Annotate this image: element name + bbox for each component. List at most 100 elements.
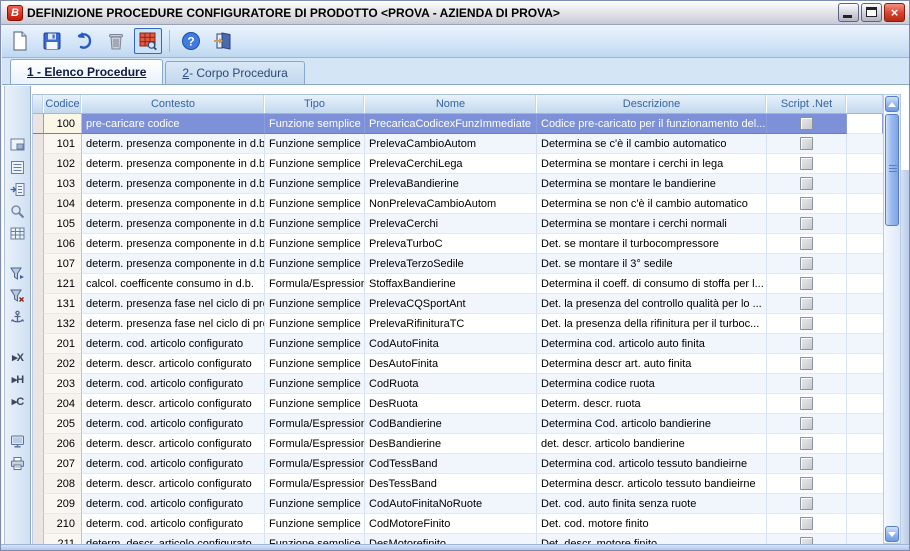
script-net-checkbox[interactable] <box>800 477 813 490</box>
table-row[interactable]: 207 determ. cod. articolo configurato Form… <box>33 454 883 474</box>
table-row[interactable]: 103 determ. presenza componente in d.b. Fu… <box>33 174 883 194</box>
cell-tipo[interactable]: Funzione semplice <box>265 354 365 374</box>
script-net-checkbox[interactable] <box>800 117 813 130</box>
header-nome[interactable]: Nome <box>365 95 537 113</box>
cell-codice[interactable]: 101 <box>44 134 82 154</box>
cell-codice[interactable]: 211 <box>44 534 82 544</box>
table-row[interactable]: 208 determ. descr. articolo configurato Fo… <box>33 474 883 494</box>
table-row[interactable]: 201 determ. cod. articolo configurato Funz… <box>33 334 883 354</box>
cell-tipo[interactable]: Funzione semplice <box>265 294 365 314</box>
table-row[interactable]: 210 determ. cod. articolo configurato Funz… <box>33 514 883 534</box>
script-net-checkbox[interactable] <box>800 297 813 310</box>
script-net-checkbox[interactable] <box>800 337 813 350</box>
tab-elenco-procedure[interactable]: 1 - Elenco Procedure <box>10 59 164 84</box>
new-record-button[interactable] <box>6 28 34 54</box>
cell-contesto[interactable]: determ. descr. articolo configurato <box>82 534 265 544</box>
table-row[interactable]: 101 determ. presenza componente in d.b. Fu… <box>33 134 883 154</box>
row-indicator[interactable] <box>33 174 44 194</box>
row-indicator[interactable] <box>33 494 44 514</box>
cell-descrizione[interactable]: Det. se montare il turbocompressore <box>537 234 767 254</box>
cell-codice[interactable]: 131 <box>44 294 82 314</box>
cell-codice[interactable]: 100 <box>44 114 82 134</box>
cell-nome[interactable]: PrelevaCambioAutom <box>365 134 537 154</box>
row-indicator[interactable] <box>33 334 44 354</box>
row-indicator[interactable] <box>33 194 44 214</box>
cell-codice[interactable]: 132 <box>44 314 82 334</box>
cell-contesto[interactable]: determ. descr. articolo configurato <box>82 394 265 414</box>
table-row[interactable]: 105 determ. presenza componente in d.b. Fu… <box>33 214 883 234</box>
cell-descrizione[interactable]: Det. se montare il 3° sedile <box>537 254 767 274</box>
cell-tipo[interactable]: Funzione semplice <box>265 174 365 194</box>
cell-tipo[interactable]: Formula/Espressione <box>265 434 365 454</box>
cell-descrizione[interactable]: Determina cod. articolo tessuto bandieir… <box>537 454 767 474</box>
table-row[interactable]: 206 determ. descr. articolo configurato Fo… <box>33 434 883 454</box>
script-net-checkbox[interactable] <box>800 317 813 330</box>
cell-contesto[interactable]: determ. cod. articolo configurato <box>82 494 265 514</box>
row-indicator[interactable] <box>33 434 44 454</box>
table-row[interactable]: 211 determ. descr. articolo configurato Fu… <box>33 534 883 544</box>
table-row[interactable]: 131 determ. presenza fase nel ciclo di pr… <box>33 294 883 314</box>
script-net-checkbox[interactable] <box>800 237 813 250</box>
cell-codice[interactable]: 209 <box>44 494 82 514</box>
row-indicator[interactable] <box>33 454 44 474</box>
cell-codice[interactable]: 206 <box>44 434 82 454</box>
cell-codice[interactable]: 107 <box>44 254 82 274</box>
header-tipo[interactable]: Tipo <box>265 95 365 113</box>
cell-codice[interactable]: 106 <box>44 234 82 254</box>
cell-descrizione[interactable]: Determina se c'è il cambio automatico <box>537 134 767 154</box>
cell-contesto[interactable]: determ. cod. articolo configurato <box>82 514 265 534</box>
cell-contesto[interactable]: determ. cod. articolo configurato <box>82 334 265 354</box>
row-indicator[interactable] <box>33 274 44 294</box>
exit-button[interactable] <box>209 28 237 54</box>
table-row[interactable]: 102 determ. presenza componente in d.b. Fu… <box>33 154 883 174</box>
cell-codice[interactable]: 105 <box>44 214 82 234</box>
script-net-checkbox[interactable] <box>800 257 813 270</box>
filter-clear-button[interactable] <box>8 286 28 305</box>
cell-contesto[interactable]: calcol. coefficente consumo in d.b. <box>82 274 265 294</box>
cell-codice[interactable]: 207 <box>44 454 82 474</box>
monitor-button[interactable] <box>8 432 28 451</box>
table-row[interactable]: 106 determ. presenza componente in d.b. Fu… <box>33 234 883 254</box>
cell-nome[interactable]: DesBandierine <box>365 434 537 454</box>
script-net-checkbox[interactable] <box>800 437 813 450</box>
maximize-button[interactable] <box>861 3 882 22</box>
header-script-net[interactable]: Script .Net <box>767 95 847 113</box>
script-net-checkbox[interactable] <box>800 217 813 230</box>
cell-tipo[interactable]: Funzione semplice <box>265 154 365 174</box>
cell-nome[interactable]: CodTessBand <box>365 454 537 474</box>
script-net-checkbox[interactable] <box>800 417 813 430</box>
delete-button[interactable] <box>102 28 130 54</box>
close-button[interactable]: × <box>884 3 905 22</box>
filter-apply-button[interactable] <box>8 264 28 283</box>
cell-codice[interactable]: 203 <box>44 374 82 394</box>
cell-descrizione[interactable]: Det. cod. auto finita senza ruote <box>537 494 767 514</box>
cell-descrizione[interactable]: Codice pre-caricato per il funzionamento… <box>537 114 767 134</box>
row-indicator[interactable] <box>33 134 44 154</box>
cell-nome[interactable]: PrelevaTurboC <box>365 234 537 254</box>
script-net-checkbox[interactable] <box>800 377 813 390</box>
cell-descrizione[interactable]: Determ. descr. ruota <box>537 394 767 414</box>
grid-view-button[interactable] <box>8 224 28 243</box>
cell-contesto[interactable]: determ. cod. articolo configurato <box>82 454 265 474</box>
cell-contesto[interactable]: determ. presenza componente in d.b. <box>82 214 265 234</box>
row-indicator[interactable] <box>33 154 44 174</box>
cell-codice[interactable]: 104 <box>44 194 82 214</box>
cell-nome[interactable]: DesRuota <box>365 394 537 414</box>
row-indicator[interactable] <box>33 414 44 434</box>
table-row[interactable]: 203 determ. cod. articolo configurato Funz… <box>33 374 883 394</box>
undo-button[interactable] <box>70 28 98 54</box>
table-row[interactable]: 121 calcol. coefficente consumo in d.b. Fo… <box>33 274 883 294</box>
cell-contesto[interactable]: determ. cod. articolo configurato <box>82 374 265 394</box>
cell-contesto[interactable]: determ. descr. articolo configurato <box>82 434 265 454</box>
scroll-down-button[interactable] <box>885 526 899 542</box>
cell-nome[interactable]: PrelevaTerzoSedile <box>365 254 537 274</box>
tab-corpo-procedura[interactable]: 2 - Corpo Procedura <box>165 61 305 84</box>
cell-tipo[interactable]: Funzione semplice <box>265 334 365 354</box>
cell-nome[interactable]: PrelevaCQSportAnt <box>365 294 537 314</box>
script-net-checkbox[interactable] <box>800 397 813 410</box>
row-indicator[interactable] <box>33 474 44 494</box>
cell-nome[interactable]: CodAutoFinitaNoRuote <box>365 494 537 514</box>
cell-codice[interactable]: 121 <box>44 274 82 294</box>
vertical-scrollbar[interactable] <box>883 94 901 544</box>
table-row[interactable]: 209 determ. cod. articolo configurato Funz… <box>33 494 883 514</box>
